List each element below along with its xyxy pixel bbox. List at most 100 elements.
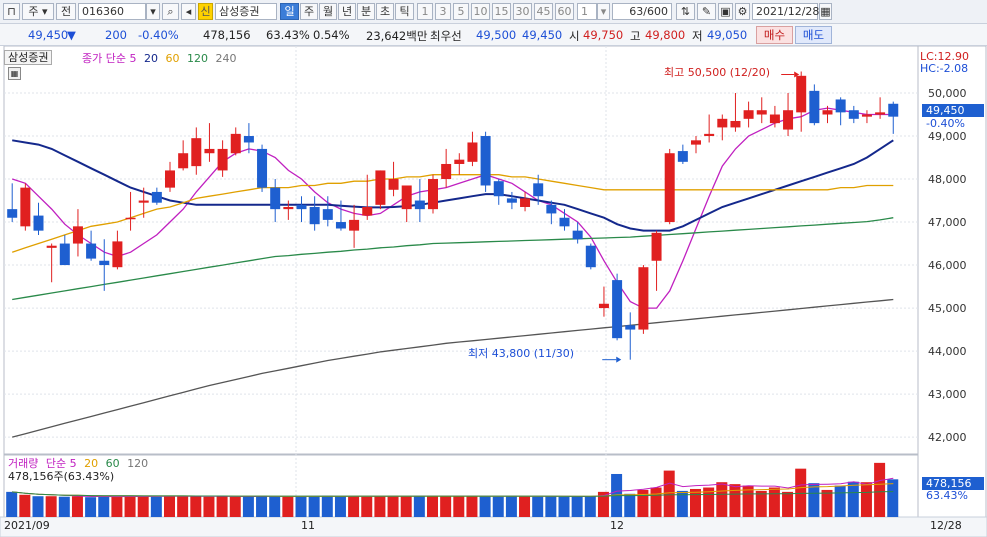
candle-body (204, 148, 215, 154)
y-tick-label: 43,000 (928, 388, 967, 401)
interval-tab-minute[interactable]: 분 (357, 3, 375, 20)
volume-bar (755, 490, 767, 517)
candle-body (20, 187, 31, 227)
turnover-pct: 63.43% (266, 28, 310, 42)
candle-body (322, 209, 333, 220)
minute-button-45[interactable]: 45 (534, 3, 553, 20)
volume-bar (782, 491, 794, 517)
calendar-icon[interactable]: ▦ (819, 3, 832, 20)
panel-menu-icon[interactable]: ▦ (8, 67, 21, 80)
candle-body (257, 148, 268, 188)
minute-button-30[interactable]: 30 (513, 3, 532, 20)
candle-body (138, 200, 149, 203)
minute-button-15[interactable]: 15 (492, 3, 511, 20)
volume-bar (795, 468, 807, 517)
ma-legend-60: 60 (165, 52, 180, 65)
ma-legend-5: 5 (129, 52, 137, 65)
volume-bar (440, 496, 452, 517)
interval-tab-week[interactable]: 주 (300, 3, 318, 20)
ma-legend-240: 240 (215, 52, 237, 65)
candle-body (506, 198, 517, 203)
interval-tab-year[interactable]: 년 (338, 3, 356, 20)
minute-button-3[interactable]: 3 (435, 3, 451, 20)
candle-body (756, 110, 767, 115)
interval-tab-tick[interactable]: 틱 (395, 3, 414, 20)
sell-button[interactable]: 매도 (795, 26, 832, 44)
minute-button-5[interactable]: 5 (453, 3, 469, 20)
candle-body (888, 103, 899, 117)
save-icon[interactable]: ▣ (718, 3, 733, 20)
volume-bar (650, 487, 662, 517)
candle-body (414, 200, 425, 210)
volume-bar (190, 496, 202, 517)
bar-count-field[interactable]: 63/600 (612, 3, 672, 20)
custom-interval-input[interactable]: 1 (577, 3, 597, 20)
chart-icon[interactable]: ⊓ (3, 3, 20, 20)
candle-body (704, 133, 715, 137)
low-price: 49,050 (707, 28, 748, 42)
candle-body (717, 118, 728, 128)
y-tick-label: 49,000 (928, 130, 967, 143)
candle-body (428, 179, 438, 210)
search-icon[interactable]: ⌕ (162, 3, 179, 20)
stock-tag: 삼성증권 (4, 50, 53, 65)
toolbar: ⊓ 주 ▾ 전 016360 ▾ ⌕ ◂ 신 삼성증권 일 주 월 년 분 초 … (0, 0, 987, 24)
interval-tab-day[interactable]: 일 (280, 3, 299, 20)
volume-bar (768, 487, 780, 517)
candle-body (493, 181, 504, 197)
candle-body (59, 243, 70, 266)
volume-bar (334, 496, 346, 517)
speaker-icon[interactable]: ◂ (181, 3, 196, 20)
candle-body (585, 245, 596, 268)
y-tick-label: 42,000 (928, 431, 967, 444)
interval-tab-second[interactable]: 초 (376, 3, 394, 20)
volume-bar (321, 495, 333, 517)
candle-body (151, 191, 162, 203)
volume-bar (716, 482, 728, 517)
buy-button[interactable]: 매수 (756, 26, 793, 44)
y-tick-label: 46,000 (928, 259, 967, 272)
mode-button[interactable]: 전 (56, 3, 76, 20)
settings-gear-icon[interactable]: ⚙ (735, 3, 750, 20)
ma-title: 종가 단순 (82, 52, 126, 65)
open-label: 시 (569, 29, 580, 43)
minute-button-10[interactable]: 10 (471, 3, 490, 20)
open-price: 49,750 (583, 28, 624, 42)
volume-bar (229, 496, 241, 517)
period-select[interactable]: 주 ▾ (22, 3, 54, 20)
compare-icon[interactable]: ⇅ (676, 3, 695, 20)
candle-body (349, 219, 360, 231)
low-annotation: 최저 43,800 (11/30) (468, 347, 575, 360)
credit-badge: 신 (198, 3, 213, 20)
volume-bar (821, 489, 833, 517)
minute-button-60[interactable]: 60 (555, 3, 574, 20)
custom-interval-dropdown-icon[interactable]: ▾ (597, 3, 610, 20)
candle-body (230, 133, 241, 154)
down-arrow-icon: ▼ (67, 28, 76, 42)
candle-body (191, 138, 202, 167)
date-field[interactable]: 2021/12/28 (752, 3, 819, 20)
candle-body (99, 260, 110, 266)
candle-body (835, 99, 846, 113)
volume-value: 478,156 (203, 28, 251, 42)
volume-bar (216, 496, 228, 517)
volume-bar (427, 496, 438, 517)
candle-body (388, 179, 399, 190)
volume-bar (387, 495, 399, 517)
minute-button-1[interactable]: 1 (417, 3, 433, 20)
y-tick-label: 45,000 (928, 302, 967, 315)
other-pct: 0.54% (313, 28, 350, 42)
ma-legend: 종가 단순 5 20 60 120 240 (82, 50, 236, 66)
candle-body (217, 148, 228, 171)
volume-bar (256, 495, 268, 517)
candle-body (848, 110, 859, 119)
volume-bar (729, 484, 741, 517)
draw-tool-icon[interactable]: ✎ (697, 3, 716, 20)
volume-ma-120: 120 (127, 457, 149, 470)
time-label-nov: 11 (301, 519, 315, 532)
stock-code-input[interactable]: 016360 (78, 3, 146, 20)
interval-tab-month[interactable]: 월 (319, 3, 337, 20)
current-change-tag: -0.40% (926, 117, 965, 130)
code-dropdown-icon[interactable]: ▾ (146, 3, 160, 20)
period-label: 주 (28, 5, 39, 18)
